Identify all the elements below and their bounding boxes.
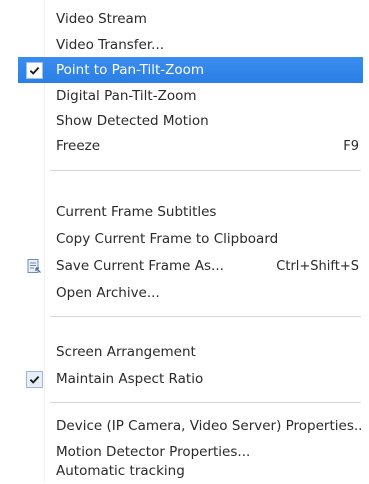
menu-item-show-detected-motion[interactable]: Show Detected Motion [18,108,363,134]
menu-item-copy-frame-clipboard[interactable]: Copy Current Frame to Clipboard [18,226,363,252]
menu-item-maintain-aspect-ratio[interactable]: Maintain Aspect Ratio [18,366,363,392]
menu-item-label: Point to Pan-Tilt-Zoom [56,62,205,78]
menu-item-gutter [18,83,50,109]
menu-item-label: Automatic tracking [56,463,185,479]
menu-item-screen-arrangement[interactable]: Screen Arrangement [18,339,363,365]
menu-item-video-transfer[interactable]: Video Transfer... [18,32,363,58]
menu-item-label: Save Current Frame As... [56,258,224,274]
checkmark-icon [25,61,43,79]
save-frame-icon [18,253,50,279]
menu-item-label: Open Archive... [56,285,160,301]
menu-item-gutter [18,108,50,134]
menu-item-gutter [18,458,50,484]
menu-item-gutter [18,413,50,439]
menu-item-gutter [18,366,50,392]
context-menu: Video Stream Video Transfer... Point to … [0,0,369,483]
menu-item-label: Video Stream [56,11,147,27]
menu-item-gutter [18,339,50,365]
menu-item-digital-ptz[interactable]: Digital Pan-Tilt-Zoom [18,83,363,109]
menu-item-gutter [18,226,50,252]
menu-item-shortcut: Ctrl+Shift+S [276,258,359,274]
menu-item-label: Current Frame Subtitles [56,204,217,220]
menu-item-label: Video Transfer... [56,37,165,53]
checkmark-icon [25,370,43,388]
menu-item-gutter [18,133,50,159]
menu-item-label: Freeze [56,138,101,154]
menu-item-label: Screen Arrangement [56,344,196,360]
menu-item-automatic-tracking[interactable]: Automatic tracking [18,458,363,484]
menu-item-label: Device (IP Camera, Video Server) Propert… [56,418,363,434]
menu-item-label: Maintain Aspect Ratio [56,371,204,387]
menu-item-freeze[interactable]: Freeze F9 [18,133,363,159]
menu-item-current-frame-subtitles[interactable]: Current Frame Subtitles [18,199,363,225]
menu-item-gutter [18,57,50,83]
menu-item-label: Copy Current Frame to Clipboard [56,231,279,247]
menu-item-video-stream[interactable]: Video Stream [18,6,363,32]
menu-item-save-frame-as[interactable]: Save Current Frame As... Ctrl+Shift+S [18,253,363,279]
menu-item-shortcut: F9 [343,138,359,154]
menu-item-gutter [18,199,50,225]
menu-item-point-to-ptz[interactable]: Point to Pan-Tilt-Zoom [18,57,363,83]
menu-separator [50,170,361,171]
menu-item-gutter [18,6,50,32]
menu-separator [50,316,361,317]
menu-item-gutter [18,32,50,58]
menu-item-device-properties[interactable]: Device (IP Camera, Video Server) Propert… [18,413,363,439]
menu-item-label: Digital Pan-Tilt-Zoom [56,88,197,104]
menu-item-label: Show Detected Motion [56,113,209,129]
menu-separator [50,402,361,403]
menu-item-open-archive[interactable]: Open Archive... [18,280,363,306]
menu-item-gutter [18,280,50,306]
